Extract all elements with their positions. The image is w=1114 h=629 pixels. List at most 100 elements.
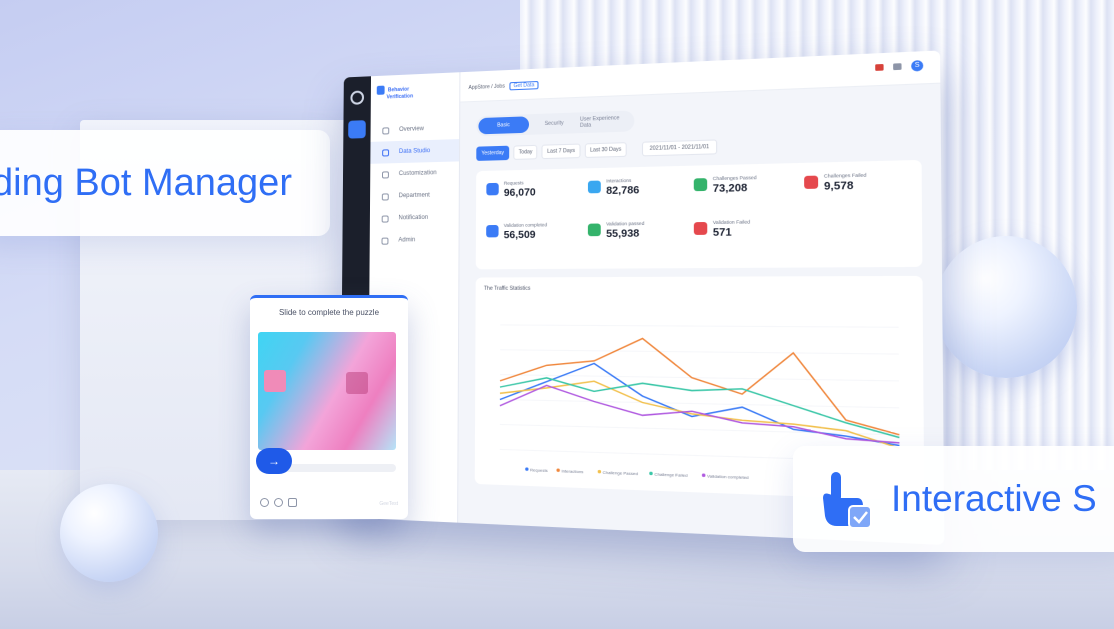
sidebar-item-label: Customization: [398, 170, 437, 178]
breadcrumb: AppStore / Jobs Get Data: [468, 80, 539, 92]
sidebar-item-customization[interactable]: Customization: [370, 161, 459, 185]
stat-value: 55,938: [606, 228, 640, 241]
admin-icon: [381, 237, 389, 245]
challenges-passed-icon: [693, 178, 708, 192]
notification-icon: [381, 214, 389, 223]
legend-label: Interactions: [561, 468, 583, 474]
chart-title: The Traffic Statistics: [483, 285, 531, 292]
series-line-validation-completed: [500, 385, 900, 443]
hero-scene: ding Bot Manager Behavior Verification O…: [0, 0, 1114, 629]
stat-value: 56,509: [503, 229, 536, 242]
sidebar-item-label: Admin: [398, 237, 416, 244]
legend-marker: [649, 471, 653, 476]
arrow-right-icon: →: [268, 454, 280, 468]
date-start: 2021/11/01: [649, 144, 677, 152]
glass-orb-left: [60, 484, 158, 582]
interactive-callout: Interactive S: [793, 446, 1114, 552]
notification-bell-icon[interactable]: [893, 63, 902, 71]
sidebar-item-data-studio[interactable]: Data Studio: [370, 139, 460, 164]
legend-marker: [525, 467, 529, 471]
sidebar-nav: Overview Data Studio Customization Depar…: [370, 117, 460, 252]
bot-manager-callout: ding Bot Manager: [0, 130, 330, 236]
tab-user-experience[interactable]: User Experience Data: [580, 113, 632, 131]
legend-label: Challenge Failed: [654, 471, 687, 478]
close-icon[interactable]: [260, 498, 269, 507]
sidebar-item-label: Data Studio: [398, 148, 431, 156]
tab-security[interactable]: Security: [529, 114, 580, 132]
rail-active-icon[interactable]: [348, 120, 366, 139]
overview-icon: [382, 126, 390, 135]
refresh-icon[interactable]: [274, 498, 283, 507]
stat-value: 571: [712, 226, 732, 240]
date-separator: -: [678, 144, 681, 152]
gridline: [500, 325, 898, 327]
validation-passed-icon: [587, 223, 601, 237]
puzzle-image: [258, 332, 396, 450]
legend-label: Validation completed: [707, 473, 749, 480]
brand-line1: Behavior: [387, 86, 410, 94]
captcha-widget: Slide to complete the puzzle → GeeTest: [250, 295, 408, 519]
breadcrumb-text: AppStore / Jobs: [468, 83, 505, 92]
bot-manager-text: ding Bot Manager: [0, 161, 292, 204]
puzzle-piece[interactable]: [264, 370, 286, 392]
topbar-actions: S: [875, 60, 924, 73]
brand: Behavior Verification: [376, 84, 414, 101]
filter-today[interactable]: Today: [513, 144, 538, 160]
gridline: [500, 350, 899, 354]
sidebar-item-overview[interactable]: Overview: [371, 117, 460, 142]
challenges-failed-icon: [804, 175, 819, 189]
stat-requests: Requests 96,070: [486, 179, 579, 217]
validation-failed-icon: [693, 221, 708, 235]
gridline: [500, 400, 899, 408]
captcha-tools: [260, 498, 297, 507]
sidebar-item-label: Notification: [398, 214, 429, 222]
avatar[interactable]: S: [911, 60, 924, 72]
captcha-title: Slide to complete the puzzle: [278, 308, 380, 317]
stat-label: Validation passed: [606, 220, 645, 227]
stat-interactions: Interactions 82,786: [587, 176, 685, 215]
puzzle-slot: [346, 372, 368, 394]
breadcrumb-tag[interactable]: Get Data: [509, 80, 539, 91]
filter-yesterday[interactable]: Yesterday: [476, 145, 510, 161]
stat-label: Validation completed: [503, 222, 547, 228]
customization-icon: [381, 170, 389, 179]
brand-line2: Verification: [386, 93, 414, 101]
stat-value: 73,208: [712, 182, 748, 196]
filter-last-30-days[interactable]: Last 30 Days: [584, 142, 627, 158]
stat-label: Validation Failed: [712, 219, 751, 226]
pointer-hand-icon: [813, 468, 875, 530]
sidebar-item-label: Department: [398, 192, 430, 200]
validation-completed-icon: [486, 224, 499, 238]
legend-marker: [597, 469, 602, 474]
stat-challenges-passed: Challenges Passed 73,208: [693, 174, 795, 214]
stat-validation-completed: Validation completed 56,509: [486, 222, 579, 259]
date-range-picker[interactable]: 2021/11/01 - 2021/11/01: [641, 139, 717, 157]
sidebar-item-notification[interactable]: Notification: [370, 206, 459, 230]
department-icon: [381, 192, 389, 201]
interactions-icon: [587, 180, 601, 194]
sidebar-item-admin[interactable]: Admin: [370, 229, 459, 252]
stat-label: Interactions: [606, 177, 632, 184]
tab-basic[interactable]: Basic: [478, 116, 529, 135]
date-end: 2021/11/01: [681, 143, 710, 152]
sidebar-item-label: Overview: [399, 126, 424, 133]
stats-panel: Requests 96,070 Interactions 82,786 Challe…: [475, 159, 923, 270]
language-flag-icon[interactable]: [875, 63, 884, 71]
tab-bar: Basic Security User Experience Data: [476, 110, 635, 137]
legend-label: Challenge Passed: [603, 470, 638, 477]
stat-value: 9,578: [823, 180, 854, 193]
filter-last-7-days[interactable]: Last 7 Days: [541, 143, 581, 160]
legend-marker: [556, 468, 560, 472]
data-studio-icon: [382, 148, 390, 157]
stat-validation-failed: Validation Failed 571: [693, 219, 795, 258]
stat-value: 82,786: [606, 184, 640, 198]
stat-value: 96,070: [503, 187, 536, 200]
app-logo-icon: [350, 90, 365, 105]
slider-handle[interactable]: →: [256, 448, 292, 474]
sidebar-item-department[interactable]: Department: [370, 184, 459, 208]
feedback-icon[interactable]: [288, 498, 297, 507]
requests-icon: [486, 182, 499, 196]
legend-marker: [701, 473, 706, 478]
date-filters: Yesterday Today Last 7 Days Last 30 Days…: [476, 133, 921, 161]
brand-mark-icon: [376, 85, 385, 95]
